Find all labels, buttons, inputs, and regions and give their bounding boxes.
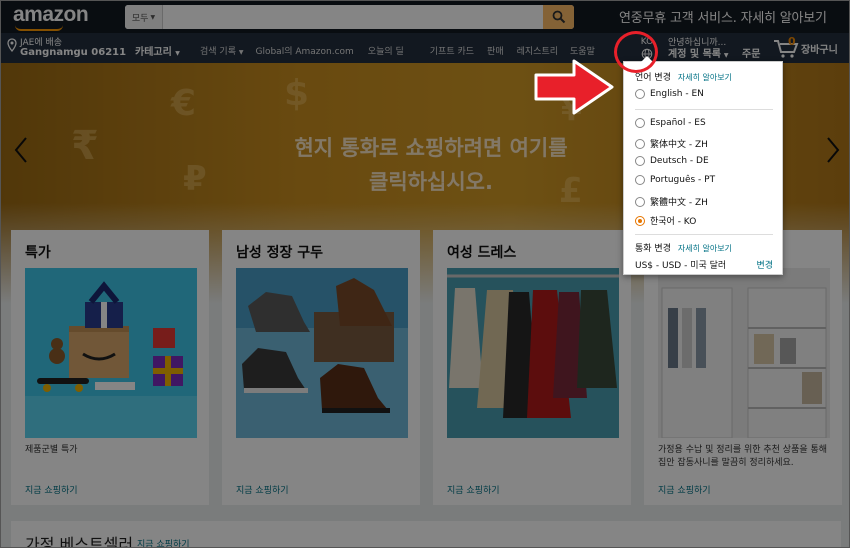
language-option-en[interactable]: English - EN [635,89,704,99]
language-option-zh-simplified[interactable]: 繁体中文 - ZH [635,137,708,150]
radio-button[interactable] [635,89,645,99]
radio-button-selected[interactable] [635,215,645,226]
language-option-pt[interactable]: Português - PT [635,175,715,185]
language-option-label: Español - ES [650,118,706,128]
divider [635,234,773,235]
radio-button[interactable] [635,175,645,185]
language-option-de[interactable]: Deutsch - DE [635,156,709,166]
language-heading: 언어 변경 자세히 알아보기 [635,70,732,83]
language-option-label: English - EN [650,89,704,99]
language-option-label: Deutsch - DE [650,156,709,166]
language-option-label: 繁体中文 - ZH [650,140,708,150]
language-option-es[interactable]: Español - ES [635,118,706,128]
currency-learn-more-link[interactable]: 자세히 알아보기 [678,244,732,253]
currency-value: US$ - USD - 미국 달러 [635,261,727,271]
divider [635,109,773,110]
radio-button[interactable] [635,138,645,149]
language-option-label: 한국어 - KO [650,217,697,227]
language-option-label: 繁體中文 - ZH [650,198,708,208]
radio-button[interactable] [635,118,645,128]
radio-button[interactable] [635,196,645,207]
language-learn-more-link[interactable]: 자세히 알아보기 [678,73,732,82]
currency-heading: 통화 변경 자세히 알아보기 [635,241,732,254]
language-dropdown: 언어 변경 자세히 알아보기 English - EN Español - ES… [623,56,783,275]
language-option-label: Português - PT [650,175,716,185]
currency-heading-label: 통화 변경 [635,244,671,254]
page: amazon 모두 ▼ 연중무휴 고객 서비스. 자세히 알아보기 JAE에 배… [0,0,850,548]
currency-change-link[interactable]: 변경 [756,258,773,271]
language-option-ko[interactable]: 한국어 - KO [635,214,696,227]
language-heading-label: 언어 변경 [635,73,671,83]
annotation-circle [614,31,658,73]
annotation-arrow-icon [534,59,614,115]
radio-button[interactable] [635,156,645,166]
language-option-zh-traditional[interactable]: 繁體中文 - ZH [635,195,708,208]
